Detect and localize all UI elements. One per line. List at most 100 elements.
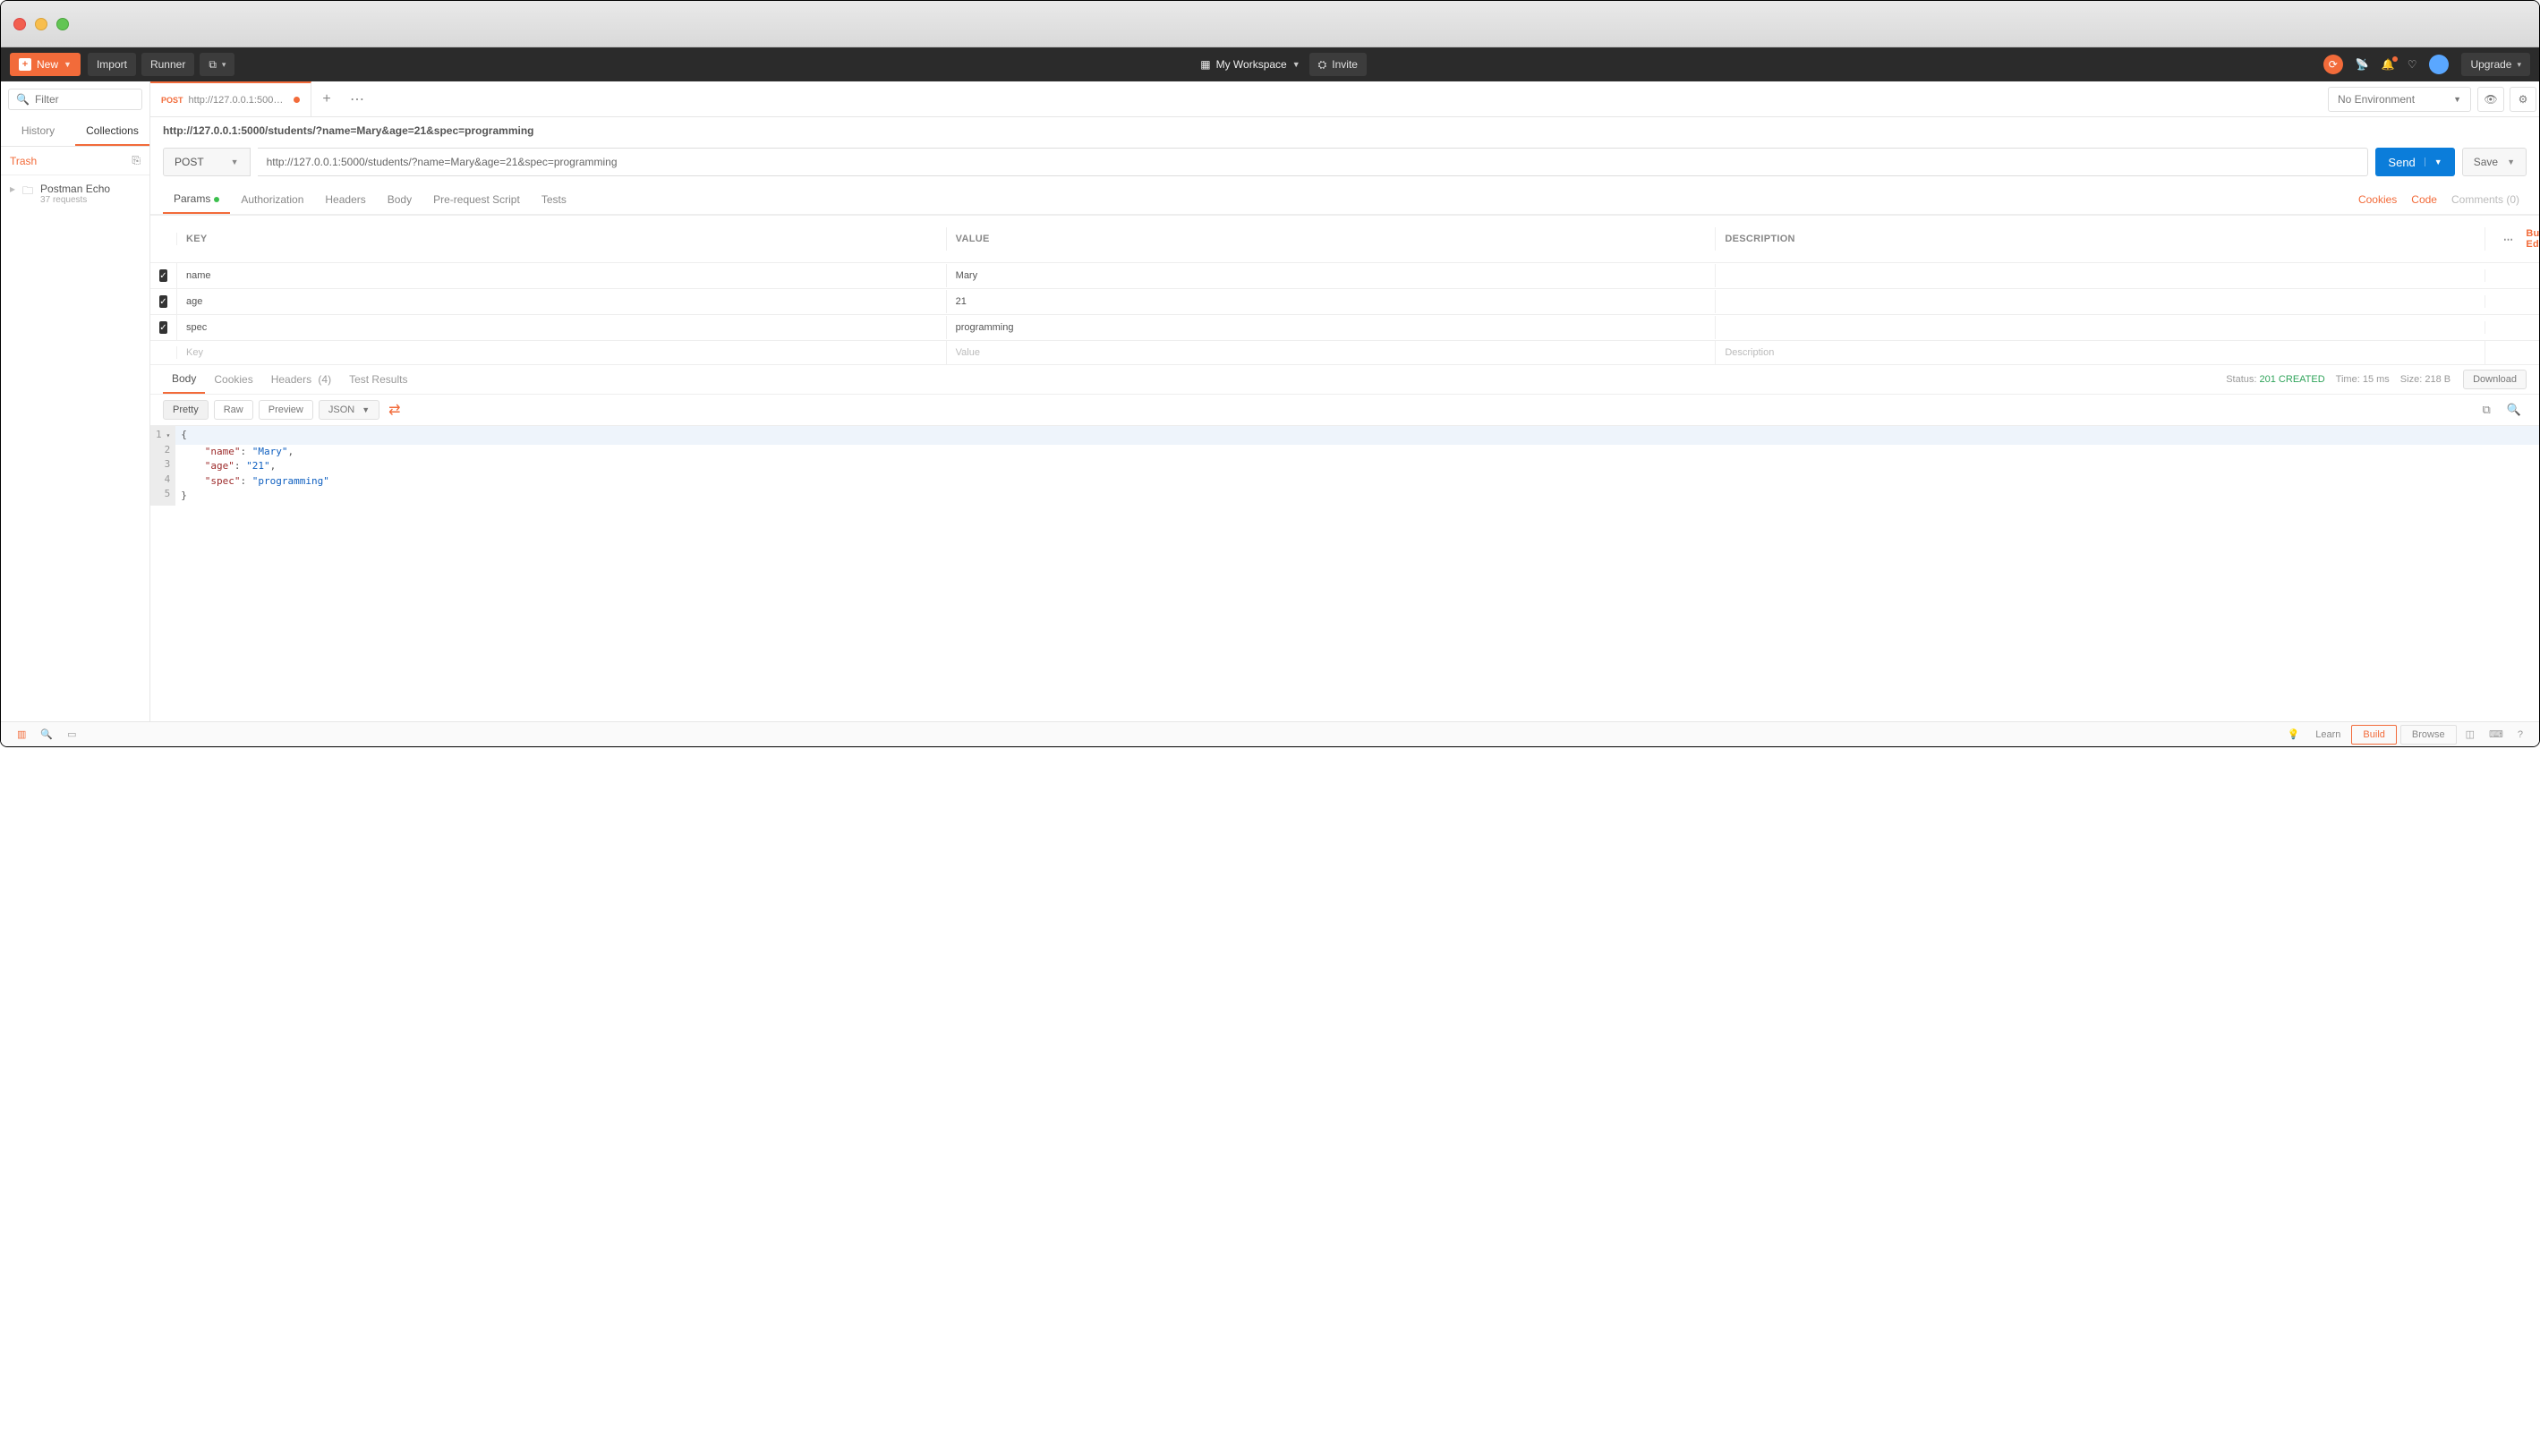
req-tab-tests[interactable]: Tests (531, 186, 577, 213)
sidebar-toggle-icon[interactable]: ▥ (10, 728, 33, 740)
res-tab-headers[interactable]: Headers (4) (262, 366, 340, 393)
request-tab[interactable]: POST http://127.0.0.1:5000/students/ (150, 81, 311, 116)
response-body[interactable]: 1 ▾2345 { "name": "Mary", "age": "21", "… (150, 426, 2539, 506)
chevron-down-icon: ▼ (231, 158, 239, 166)
param-key[interactable]: spec (177, 316, 947, 339)
search-icon: 🔍 (16, 93, 30, 106)
workspace-selector[interactable]: ▦ My Workspace ▼ (1191, 53, 1308, 76)
sidebar-filter-input[interactable] (35, 93, 134, 106)
param-row[interactable]: ✓ spec programming (150, 315, 2539, 341)
chevron-down-icon[interactable]: ▼ (2425, 158, 2442, 166)
param-key-placeholder[interactable]: Key (177, 341, 947, 364)
collection-item[interactable]: ▸ 🗀 Postman Echo 37 requests (1, 175, 149, 212)
view-format-selector[interactable]: JSON ▼ (319, 400, 379, 420)
request-tabbar: POST http://127.0.0.1:5000/students/ + ⋯… (150, 81, 2539, 117)
heart-icon[interactable]: ♡ (2408, 58, 2417, 71)
environment-preview-button[interactable]: 👁 (2477, 87, 2504, 112)
window-options-button[interactable]: ⧉ ▾ (200, 53, 234, 76)
sidebar: 🔍 History Collections Trash ⎘ ▸ 🗀 Postma… (1, 81, 150, 721)
chevron-down-icon: ▼ (2453, 95, 2461, 104)
sidebar-filter[interactable]: 🔍 (8, 89, 142, 110)
checkbox-checked-icon[interactable]: ✓ (159, 295, 167, 308)
close-window-icon[interactable] (13, 18, 26, 30)
http-method-selector[interactable]: POST ▼ (163, 148, 251, 176)
param-value-placeholder[interactable]: Value (947, 341, 1717, 364)
build-mode-button[interactable]: Build (2351, 725, 2396, 745)
params-more-button[interactable]: ⋯ (2494, 227, 2522, 251)
param-value[interactable]: Mary (947, 264, 1717, 287)
param-row[interactable]: ✓ age 21 (150, 289, 2539, 315)
console-icon[interactable]: ▭ (60, 728, 83, 740)
help-icon[interactable]: ? (2510, 729, 2530, 740)
learn-label[interactable]: Learn (2306, 729, 2349, 740)
res-tab-test-results[interactable]: Test Results (340, 366, 416, 393)
invite-button[interactable]: ⛭ Invite (1309, 53, 1367, 76)
new-collection-icon[interactable]: ⎘ (132, 154, 141, 167)
sync-icon[interactable]: ⟳ (2323, 55, 2343, 74)
copy-icon[interactable]: ⧉ (2477, 403, 2496, 417)
notifications-icon[interactable]: 🔔 (2382, 58, 2395, 71)
environment-selector[interactable]: No Environment ▼ (2328, 87, 2471, 112)
param-row[interactable]: ✓ name Mary (150, 263, 2539, 289)
checkbox-checked-icon[interactable]: ✓ (159, 321, 167, 334)
req-tab-prerequest[interactable]: Pre-request Script (422, 186, 531, 213)
param-description[interactable] (1716, 321, 2485, 334)
response-size: Size: 218 B (2395, 374, 2456, 385)
response-time: Time: 15 ms (2331, 374, 2395, 385)
view-raw[interactable]: Raw (214, 400, 253, 420)
maximize-window-icon[interactable] (56, 18, 69, 30)
cookies-link[interactable]: Cookies (2351, 186, 2404, 213)
param-description-placeholder[interactable]: Description (1716, 341, 2485, 364)
code-link[interactable]: Code (2404, 186, 2444, 213)
wrap-lines-icon[interactable]: ⇄ (385, 401, 404, 419)
satellite-icon[interactable]: 📡 (2356, 58, 2369, 71)
send-button[interactable]: Send ▼ (2375, 148, 2454, 176)
save-button[interactable]: Save ▼ (2462, 148, 2527, 176)
keyboard-shortcuts-icon[interactable]: ⌨ (2482, 728, 2510, 740)
req-tab-authorization[interactable]: Authorization (230, 186, 314, 213)
new-tab-button[interactable]: + (311, 81, 342, 116)
res-tab-cookies[interactable]: Cookies (205, 366, 261, 393)
trash-link[interactable]: Trash (10, 155, 37, 167)
settings-button[interactable]: ⚙ (2510, 87, 2536, 112)
sidebar-tab-collections[interactable]: Collections (75, 117, 149, 146)
runner-button[interactable]: Runner (141, 53, 194, 76)
param-key[interactable]: age (177, 290, 947, 313)
sidebar-tab-history[interactable]: History (1, 117, 75, 146)
res-tab-body[interactable]: Body (163, 365, 205, 394)
chevron-down-icon: ▾ (2517, 60, 2521, 70)
new-button[interactable]: + New ▼ (10, 53, 81, 76)
minimize-window-icon[interactable] (35, 18, 47, 30)
find-icon[interactable]: 🔍 (33, 728, 60, 740)
req-tab-body[interactable]: Body (377, 186, 422, 213)
tab-options-button[interactable]: ⋯ (342, 81, 372, 116)
req-tab-params[interactable]: Params (163, 185, 230, 214)
upgrade-button[interactable]: Upgrade ▾ (2461, 53, 2530, 76)
param-row-new[interactable]: Key Value Description (150, 341, 2539, 365)
comments-link[interactable]: Comments (0) (2444, 186, 2527, 213)
two-pane-icon[interactable]: ◫ (2459, 728, 2482, 740)
status-bar: ▥ 🔍 ▭ 💡 Learn Build Browse ◫ ⌨ ? (1, 721, 2539, 746)
param-description[interactable] (1716, 295, 2485, 308)
window-titlebar (1, 1, 2539, 47)
chevron-down-icon[interactable]: ▼ (2507, 158, 2515, 166)
param-value[interactable]: 21 (947, 290, 1717, 313)
import-button[interactable]: Import (88, 53, 136, 76)
param-value[interactable]: programming (947, 316, 1717, 339)
search-icon[interactable]: 🔍 (2502, 403, 2527, 417)
req-tab-headers[interactable]: Headers (314, 186, 376, 213)
view-preview[interactable]: Preview (259, 400, 313, 420)
checkbox-checked-icon[interactable]: ✓ (159, 269, 167, 282)
request-tab-method: POST (161, 96, 183, 105)
bulk-edit-link[interactable]: Bulk Edit (2522, 222, 2540, 256)
response-json[interactable]: { "name": "Mary", "age": "21", "spec": "… (175, 426, 2539, 506)
param-key[interactable]: name (177, 264, 947, 287)
browse-mode-button[interactable]: Browse (2400, 725, 2457, 745)
bootcamp-icon[interactable]: 💡 (2280, 728, 2307, 740)
avatar[interactable] (2429, 55, 2449, 74)
url-input[interactable] (258, 148, 2369, 176)
param-description[interactable] (1716, 269, 2485, 282)
download-button[interactable]: Download (2463, 370, 2527, 389)
view-pretty[interactable]: Pretty (163, 400, 209, 420)
params-table: KEY VALUE DESCRIPTION ⋯ Bulk Edit ✓ name… (150, 215, 2539, 365)
